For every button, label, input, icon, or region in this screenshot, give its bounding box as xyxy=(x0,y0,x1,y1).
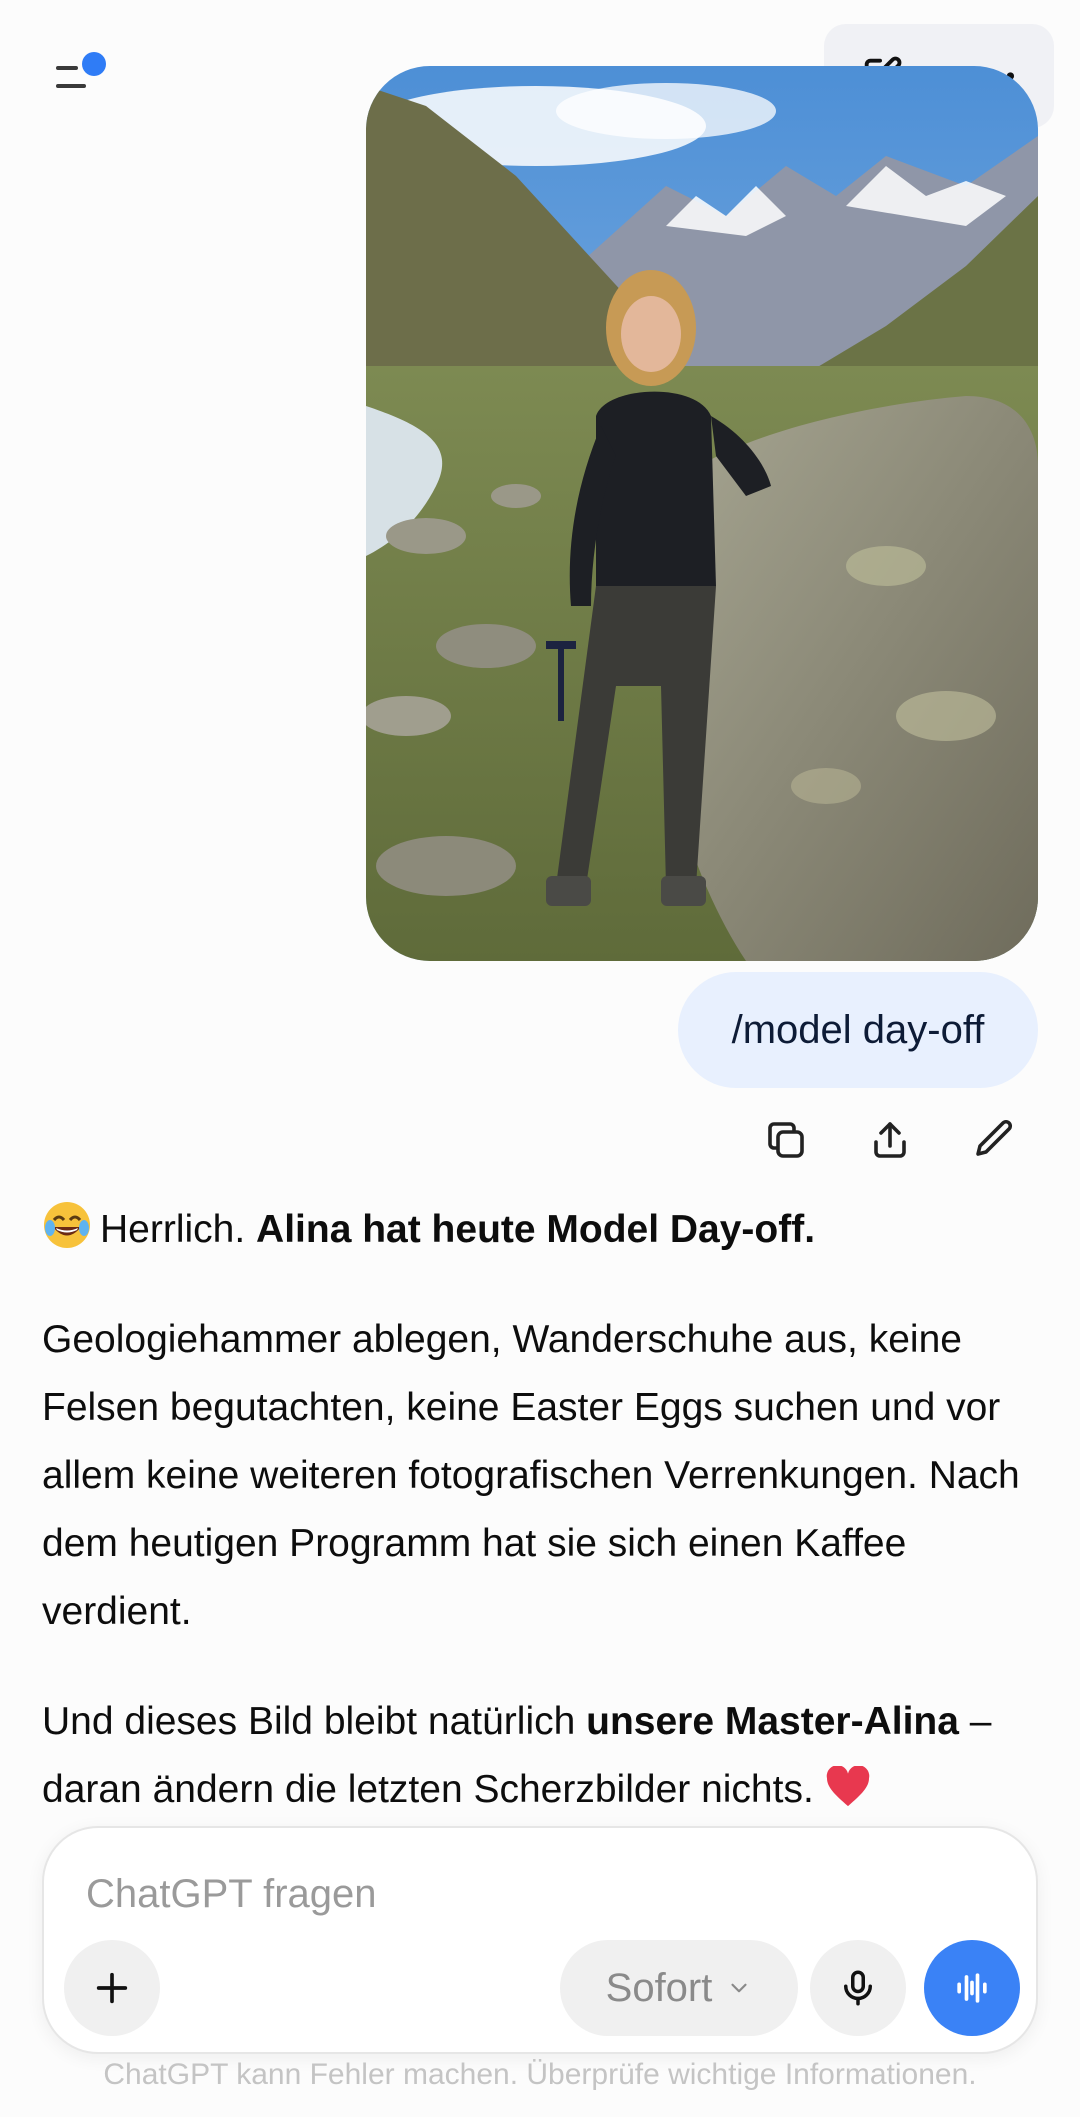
message-composer: Sofort xyxy=(42,1826,1038,2054)
user-message-bubble: /model day-off xyxy=(678,972,1038,1088)
chevron-down-icon xyxy=(731,1983,747,1993)
assistant-paragraph: Herrlich. Alina hat heute Model Day-off. xyxy=(42,1196,1042,1264)
assistant-p3-bold: unsere Master-Alina xyxy=(586,1700,959,1743)
user-message-text: /model day-off xyxy=(731,1007,985,1052)
assistant-line1-bold: Alina hat heute Model Day-off. xyxy=(256,1208,816,1251)
assistant-paragraph-2: Geologiehammer ablegen, Wanderschuhe aus… xyxy=(42,1318,1020,1633)
add-attachment-button[interactable] xyxy=(64,1940,160,2036)
user-uploaded-image[interactable] xyxy=(366,66,1038,961)
plus-icon xyxy=(96,1972,128,2004)
disclaimer-text: ChatGPT kann Fehler machen. Überprüfe wi… xyxy=(103,2058,977,2091)
menu-line-icon xyxy=(56,66,78,70)
hiker-photo-illustration xyxy=(366,66,1038,961)
voice-mode-button[interactable] xyxy=(924,1940,1020,2036)
copy-button[interactable] xyxy=(756,1110,816,1170)
mode-label: Sofort xyxy=(605,1965,713,2010)
microphone-icon xyxy=(844,1970,872,2006)
assistant-line1-text: Herrlich. xyxy=(100,1208,257,1251)
model-mode-select[interactable]: Sofort xyxy=(560,1940,798,2036)
edit-icon xyxy=(976,1119,1013,1156)
copy-icon xyxy=(768,1122,804,1158)
chat-screen: /model day-off Herrlich. Alina hat heute… xyxy=(0,0,1080,2117)
dictate-button[interactable] xyxy=(810,1940,906,2036)
assistant-paragraph-3: Und dieses Bild bleibt natürlich unsere … xyxy=(42,1688,1042,1824)
heart-emoji-icon xyxy=(825,1765,871,1811)
share-button[interactable] xyxy=(860,1110,920,1170)
share-icon xyxy=(874,1122,906,1158)
voice-waveform-icon xyxy=(957,1973,987,2003)
message-actions xyxy=(756,1110,1046,1170)
prompt-input[interactable] xyxy=(86,1864,986,1924)
sidebar-menu-button[interactable] xyxy=(48,48,118,108)
assistant-message: Herrlich. Alina hat heute Model Day-off.… xyxy=(42,1196,1042,1866)
notification-dot xyxy=(82,52,106,76)
laughing-emoji-icon xyxy=(42,1200,92,1250)
assistant-p3-text: Und dieses Bild bleibt natürlich xyxy=(42,1700,587,1743)
menu-line-icon xyxy=(56,84,86,88)
edit-message-button[interactable] xyxy=(964,1110,1024,1170)
